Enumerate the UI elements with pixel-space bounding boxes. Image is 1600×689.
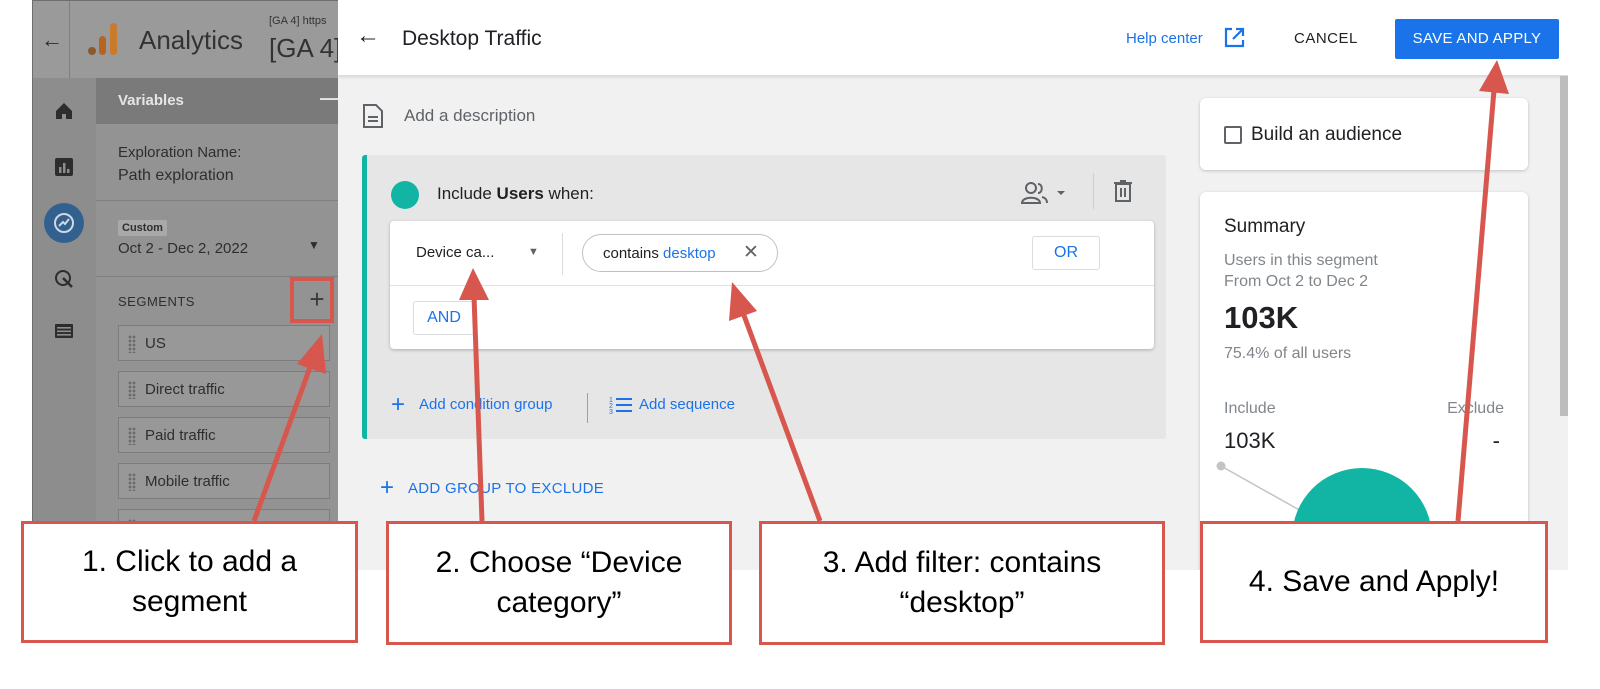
segment-label: Direct traffic [145,381,225,398]
add-segment-highlight-box [290,277,334,323]
segment-item[interactable]: Paid traffic [118,417,330,453]
dimension-select[interactable]: Device ca... [416,244,494,261]
include-label: Include [1224,400,1276,417]
svg-text:3: 3 [609,409,613,415]
summary-date-range: From Oct 2 to Dec 2 [1224,273,1369,290]
property-url: [GA 4] https [269,15,327,27]
variables-panel: Variables — Exploration Name: Path explo… [96,78,342,569]
callout-step-1: 1. Click to add a segment [21,521,358,643]
screenshot-stage: ← Analytics [GA 4] https [GA 4] Variable… [0,0,1600,689]
exclude-value: - [1492,428,1500,453]
divider [96,200,342,201]
exclude-label: Exclude [1447,400,1504,417]
reports-icon[interactable] [51,156,77,182]
variables-header: Variables — [96,78,342,124]
advertising-icon[interactable] [51,268,77,294]
home-icon[interactable] [51,100,77,126]
collapse-icon[interactable]: — [320,88,338,109]
divider [562,233,563,275]
or-button[interactable]: OR [1032,236,1100,270]
callout-step-2: 2. Choose “Device category” [386,521,732,645]
add-group-to-exclude-link[interactable]: ADD GROUP TO EXCLUDE [408,480,604,497]
segment-user-count: 103K [1224,300,1299,335]
filter-operator: contains [603,245,664,262]
exploration-name-value[interactable]: Path exploration [118,167,234,185]
save-and-apply-button[interactable]: SAVE AND APPLY [1395,19,1559,59]
segment-label: US [145,335,166,352]
drag-handle-icon[interactable] [128,473,136,491]
include-scope: Users [496,184,544,203]
drag-handle-icon[interactable] [128,381,136,399]
help-center-link[interactable]: Help center [1126,30,1203,47]
segment-item[interactable]: US [118,325,330,361]
variables-title: Variables [118,92,184,109]
include-prefix: Include [437,184,497,203]
date-range[interactable]: Oct 2 - Dec 2, 2022 [118,240,248,257]
plus-icon[interactable]: + [391,391,405,419]
and-button[interactable]: AND [413,301,475,335]
include-users-heading: Include Users when: [437,184,594,204]
build-audience-card: Build an audience [1200,98,1528,170]
chart-pointer-line [1220,465,1311,517]
add-sequence-link[interactable]: Add sequence [639,396,735,413]
segment-title[interactable]: Desktop Traffic [402,27,542,51]
close-icon[interactable]: ✕ [743,241,759,264]
users-in-segment-label: Users in this segment [1224,252,1378,269]
dropdown-caret-icon[interactable]: ▼ [308,238,320,252]
include-suffix: when: [543,184,594,203]
build-audience-checkbox[interactable] [1224,126,1242,144]
segments-label: SEGMENTS [118,294,195,309]
left-nav [33,78,97,569]
users-scope-icon[interactable] [1021,181,1069,207]
trash-icon[interactable] [1113,179,1133,203]
segment-builder-modal: ← Desktop Traffic Help center CANCEL SAV… [338,0,1568,570]
explore-icon[interactable] [44,203,84,243]
description-icon [363,104,383,128]
sequence-icon[interactable]: 1 2 3 [609,395,633,415]
analytics-logo-icon [88,23,117,55]
description-input[interactable]: Add a description [404,106,535,126]
filter-text: contains desktop [603,245,716,262]
drag-handle-icon[interactable] [128,335,136,353]
cancel-button[interactable]: CANCEL [1294,30,1358,47]
top-bar-divider [69,1,70,78]
plus-icon[interactable]: + [380,474,394,502]
summary-card: Summary Users in this segment From Oct 2… [1200,192,1528,570]
segment-item[interactable]: Mobile traffic [118,463,330,499]
app-back-arrow-icon[interactable]: ← [41,27,63,53]
filter-chip[interactable]: contains desktop ✕ [582,234,778,272]
divider [1093,173,1094,209]
scrollbar[interactable] [1560,76,1568,416]
segment-label: Paid traffic [145,427,216,444]
add-condition-group-link[interactable]: Add condition group [419,396,552,413]
divider [587,393,588,423]
callout-step-4: 4. Save and Apply! [1200,521,1548,643]
segment-label: Mobile traffic [145,473,230,490]
group-color-dot [391,181,419,209]
list-icon[interactable] [51,320,77,346]
divider [390,285,1154,286]
open-in-new-icon[interactable] [1222,26,1246,50]
app-name: Analytics [139,25,244,55]
filter-value: desktop [663,245,716,262]
summary-title: Summary [1224,216,1306,237]
arrow-back-icon[interactable]: ← [356,22,380,50]
drag-handle-icon[interactable] [128,427,136,445]
date-chip: Custom [118,220,167,236]
segment-item[interactable]: Direct traffic [118,371,330,407]
include-value: 103K [1224,428,1276,453]
modal-header: ← Desktop Traffic Help center CANCEL SAV… [338,0,1568,76]
callout-step-3: 3. Add filter: contains “desktop” [759,521,1165,645]
include-group-card: Include Users when: Device ca... ▼ conta… [362,155,1166,439]
build-audience-label[interactable]: Build an audience [1251,124,1402,146]
segment-percent: 75.4% of all users [1224,345,1352,362]
condition-row-box: Device ca... ▼ contains desktop ✕ OR AND [390,221,1154,349]
property-name[interactable]: [GA 4] [269,33,341,64]
exploration-name-label: Exploration Name: [118,144,242,161]
dropdown-caret-icon[interactable]: ▼ [528,246,539,258]
